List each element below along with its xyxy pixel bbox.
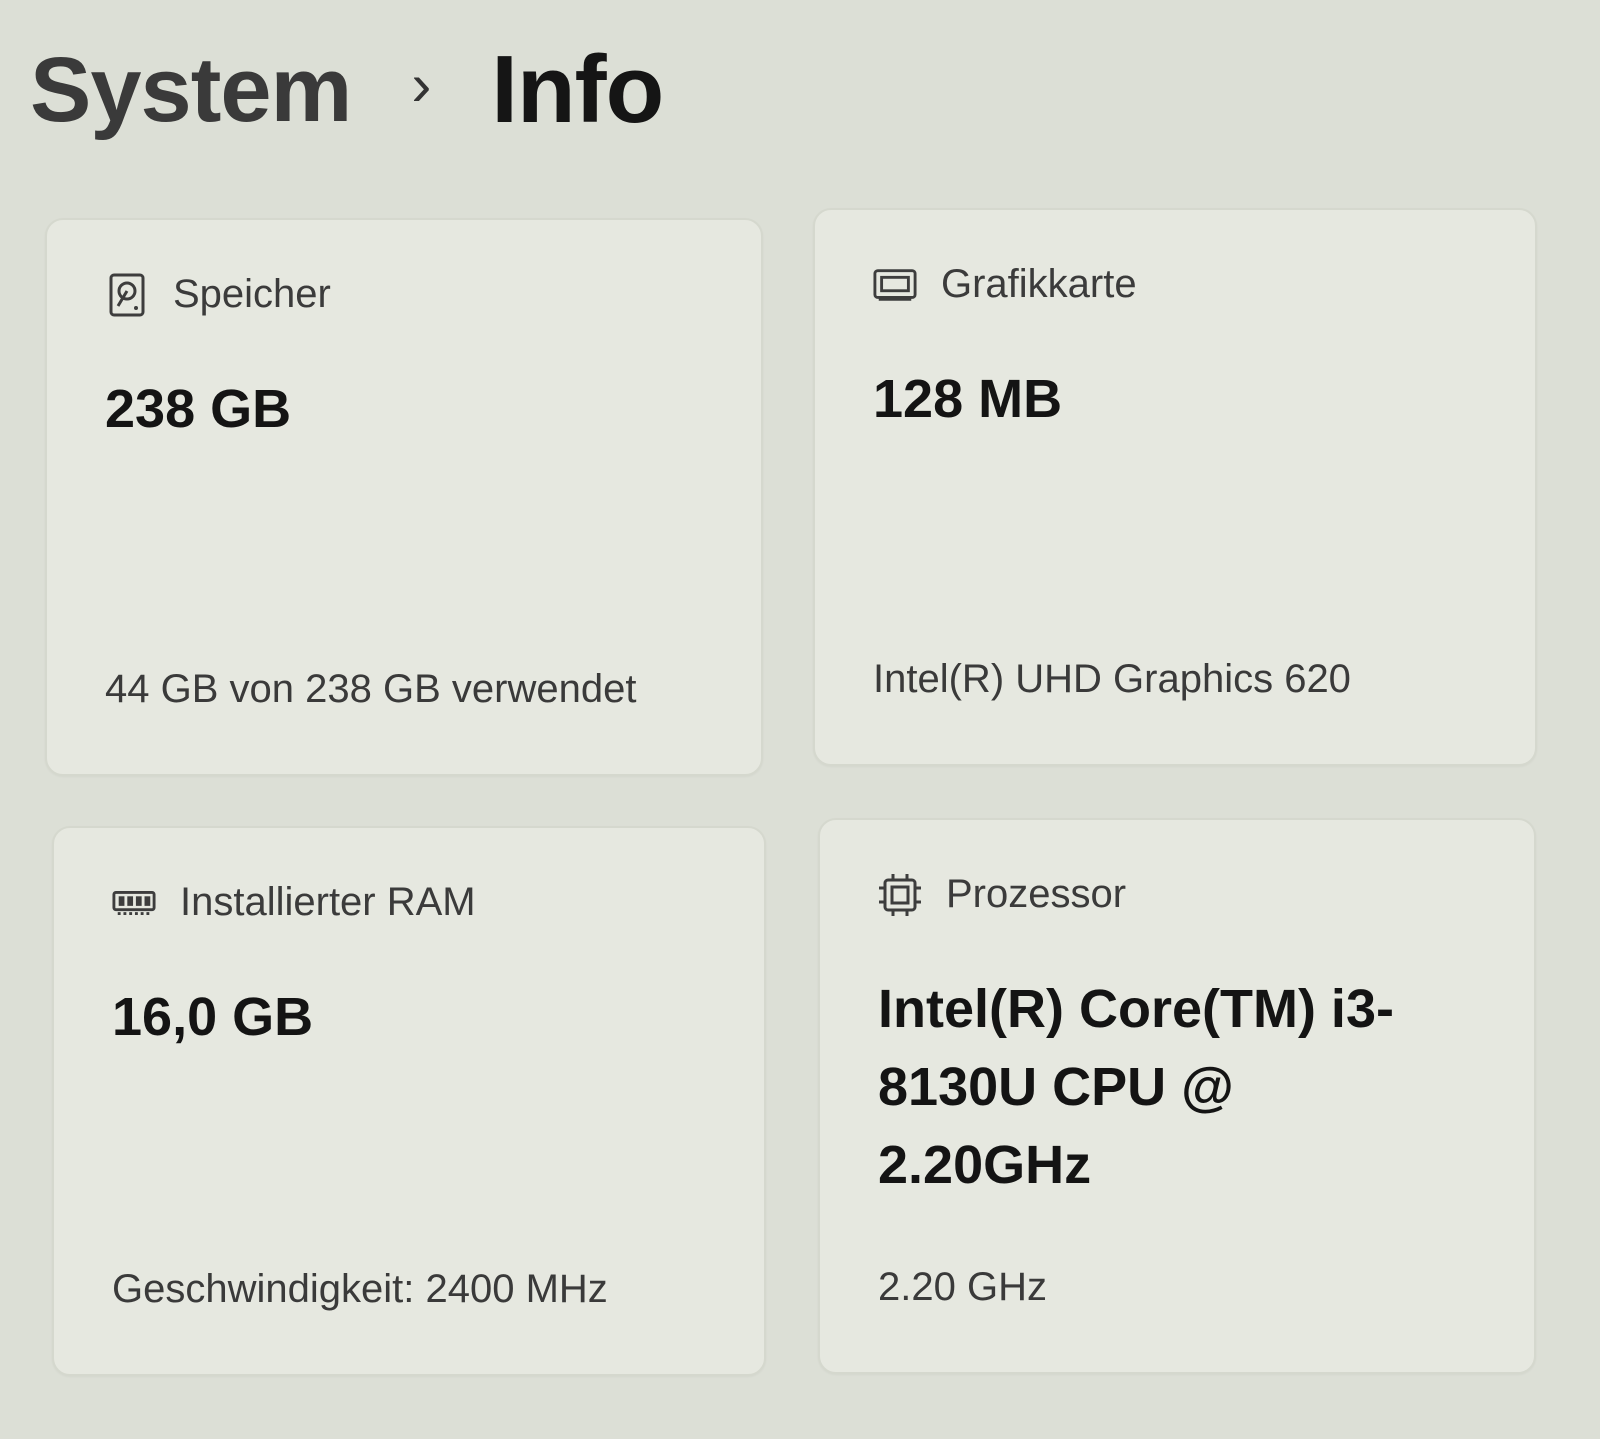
ram-card: Installierter RAM 16,0 GB Geschwindigkei… [52, 826, 766, 1376]
hard-drive-icon [105, 273, 149, 317]
cpu-detail: 2.20 GHz [878, 1265, 1047, 1309]
page-title: Info [491, 36, 664, 143]
storage-card-header: Speicher [105, 272, 331, 317]
ram-value: 16,0 GB [112, 987, 314, 1047]
cpu-card-header: Prozessor [878, 872, 1126, 917]
ram-title: Installierter RAM [180, 880, 476, 924]
storage-detail: 44 GB von 238 GB verwendet [105, 667, 637, 711]
cpu-title: Prozessor [946, 872, 1127, 916]
ram-detail: Geschwindigkeit: 2400 MHz [112, 1267, 608, 1311]
breadcrumb-parent-system[interactable]: System [30, 38, 352, 143]
memory-module-icon [112, 881, 156, 925]
gpu-title: Grafikkarte [941, 262, 1137, 306]
gpu-card: Grafikkarte 128 MB Intel(R) UHD Graphics… [813, 208, 1537, 766]
cpu-card: Prozessor Intel(R) Core(TM) i3-8130U CPU… [818, 818, 1536, 1374]
ram-card-header: Installierter RAM [112, 880, 476, 925]
storage-value: 238 GB [105, 379, 292, 439]
storage-title: Speicher [173, 272, 331, 316]
cpu-value: Intel(R) Core(TM) i3-8130U CPU @ 2.20GHz [878, 979, 1394, 1195]
breadcrumb: System › Info [30, 30, 664, 150]
storage-card: Speicher 238 GB 44 GB von 238 GB verwend… [45, 218, 763, 776]
breadcrumb-separator: › [411, 50, 432, 118]
processor-chip-icon [878, 873, 922, 917]
graphics-card-icon [873, 263, 917, 307]
gpu-detail: Intel(R) UHD Graphics 620 [873, 657, 1351, 701]
gpu-card-header: Grafikkarte [873, 262, 1137, 307]
gpu-value: 128 MB [873, 369, 1063, 429]
